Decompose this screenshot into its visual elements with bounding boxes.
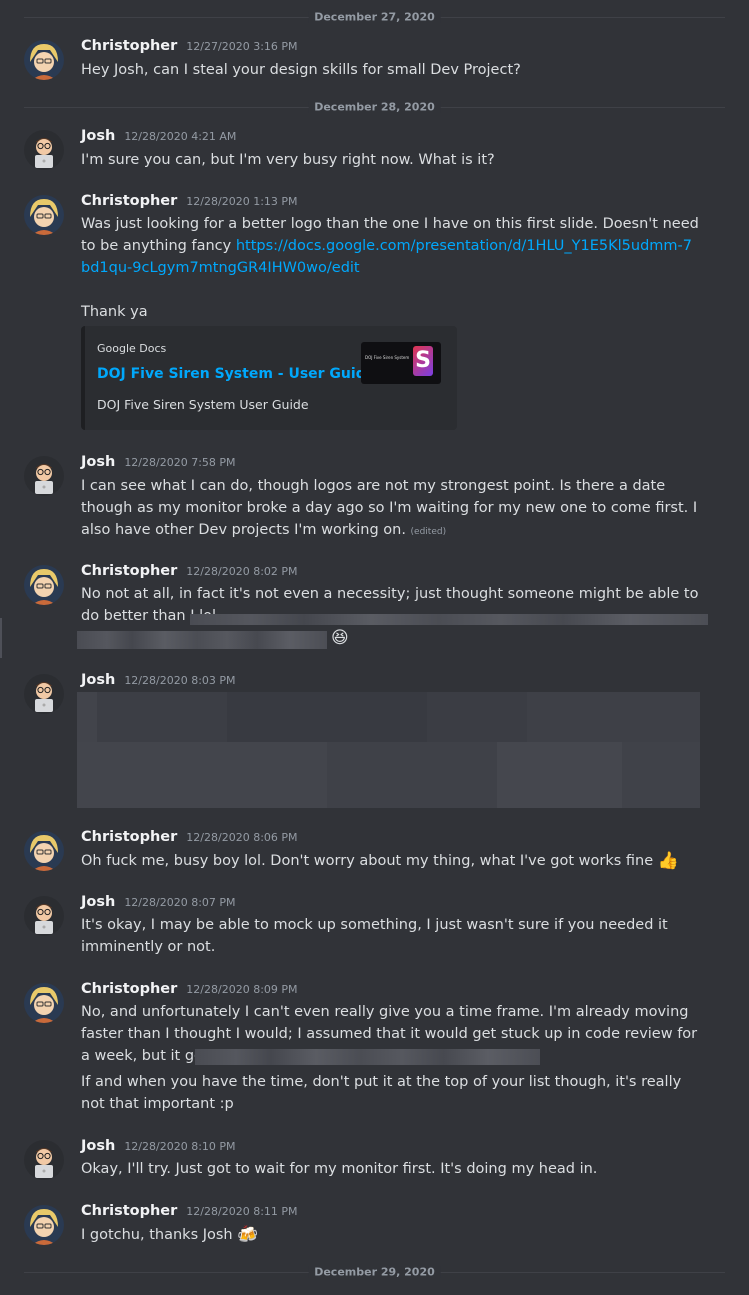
message-text: Was just looking for a better logo than … — [81, 213, 701, 279]
date-divider-label: December 29, 2020 — [308, 1265, 441, 1279]
timestamp: 12/28/2020 8:02 PM — [186, 565, 298, 578]
author-name[interactable]: Josh — [81, 1138, 115, 1154]
sidebar-edge — [0, 618, 2, 658]
redacted-image[interactable] — [77, 692, 700, 808]
message-text-part: I can see what I can do, though logos ar… — [81, 478, 698, 538]
message-text: I'm sure you can, but I'm very busy righ… — [81, 152, 495, 168]
timestamp: 12/27/2020 3:16 PM — [186, 40, 298, 53]
message-text: If and when you have the time, don't put… — [81, 1074, 682, 1112]
author-name[interactable]: Christopher — [81, 38, 177, 54]
date-divider: December 29, 2020 — [24, 1265, 725, 1279]
message-text: Okay, I'll try. Just got to wait for my … — [81, 1161, 598, 1177]
author-name[interactable]: Josh — [81, 672, 115, 688]
author-name[interactable]: Christopher — [81, 193, 177, 209]
avatar-christopher[interactable] — [24, 40, 64, 80]
beer-emoji-icon: 🍻 — [237, 1225, 259, 1245]
author-name[interactable]: Josh — [81, 128, 115, 144]
author-name[interactable]: Christopher — [81, 829, 177, 845]
avatar-christopher[interactable] — [24, 1205, 64, 1245]
date-divider-label: December 28, 2020 — [308, 100, 441, 114]
embed-thumbnail-text: DOJ Five Siren System — [365, 355, 410, 360]
embed-description: DOJ Five Siren System User Guide — [97, 397, 309, 412]
message-text: I gotchu, thanks Josh 🍻 — [81, 1224, 721, 1246]
timestamp: 12/28/2020 8:07 PM — [124, 896, 236, 909]
timestamp: 12/28/2020 7:58 PM — [124, 456, 236, 469]
link-embed[interactable]: Google Docs DOJ Five Siren System - User… — [81, 326, 457, 430]
message-text: Hey Josh, can I steal your design skills… — [81, 62, 521, 78]
embed-thumbnail[interactable]: DOJ Five Siren System S — [361, 342, 441, 384]
message-text-part: Oh fuck me, busy boy lol. Don't worry ab… — [81, 853, 654, 869]
timestamp: 12/28/2020 8:09 PM — [186, 983, 298, 996]
date-divider: December 28, 2020 — [24, 100, 725, 114]
message-text: Oh fuck me, busy boy lol. Don't worry ab… — [81, 850, 721, 872]
avatar-christopher[interactable] — [24, 565, 64, 605]
author-name[interactable]: Christopher — [81, 981, 177, 997]
avatar-christopher[interactable] — [24, 831, 64, 871]
embed-title[interactable]: DOJ Five Siren System - User Guide — [97, 366, 375, 382]
author-name[interactable]: Christopher — [81, 1203, 177, 1219]
thumbs-up-emoji-icon: 👍 — [657, 851, 679, 871]
message-text: It's okay, I may be able to mock up some… — [81, 917, 668, 955]
author-name[interactable]: Josh — [81, 454, 115, 470]
edited-label: (edited) — [410, 527, 447, 537]
avatar-josh[interactable] — [24, 674, 64, 714]
date-divider: December 27, 2020 — [24, 10, 725, 24]
siren-logo-icon: S — [413, 346, 433, 376]
message-text: Thank ya — [81, 304, 148, 320]
timestamp: 12/28/2020 8:03 PM — [124, 674, 236, 687]
redacted-text — [190, 614, 708, 625]
embed-provider[interactable]: Google Docs — [97, 342, 166, 355]
avatar-christopher[interactable] — [24, 195, 64, 235]
laughing-emoji-icon: 😆 — [331, 628, 349, 648]
message-text-part: I gotchu, thanks Josh — [81, 1227, 233, 1243]
message-text: I can see what I can do, though logos ar… — [81, 475, 719, 543]
timestamp: 12/28/2020 8:06 PM — [186, 831, 298, 844]
avatar-josh[interactable] — [24, 1140, 64, 1180]
avatar-josh[interactable] — [24, 896, 64, 936]
date-divider-label: December 27, 2020 — [308, 10, 441, 24]
redacted-text — [195, 1049, 540, 1065]
author-name[interactable]: Josh — [81, 894, 115, 910]
author-name[interactable]: Christopher — [81, 563, 177, 579]
timestamp: 12/28/2020 8:11 PM — [186, 1205, 298, 1218]
avatar-christopher[interactable] — [24, 983, 64, 1023]
timestamp: 12/28/2020 4:21 AM — [124, 130, 237, 143]
timestamp: 12/28/2020 1:13 PM — [186, 195, 298, 208]
redacted-text — [77, 631, 327, 649]
timestamp: 12/28/2020 8:10 PM — [124, 1140, 236, 1153]
avatar-josh[interactable] — [24, 456, 64, 496]
avatar-josh[interactable] — [24, 130, 64, 170]
